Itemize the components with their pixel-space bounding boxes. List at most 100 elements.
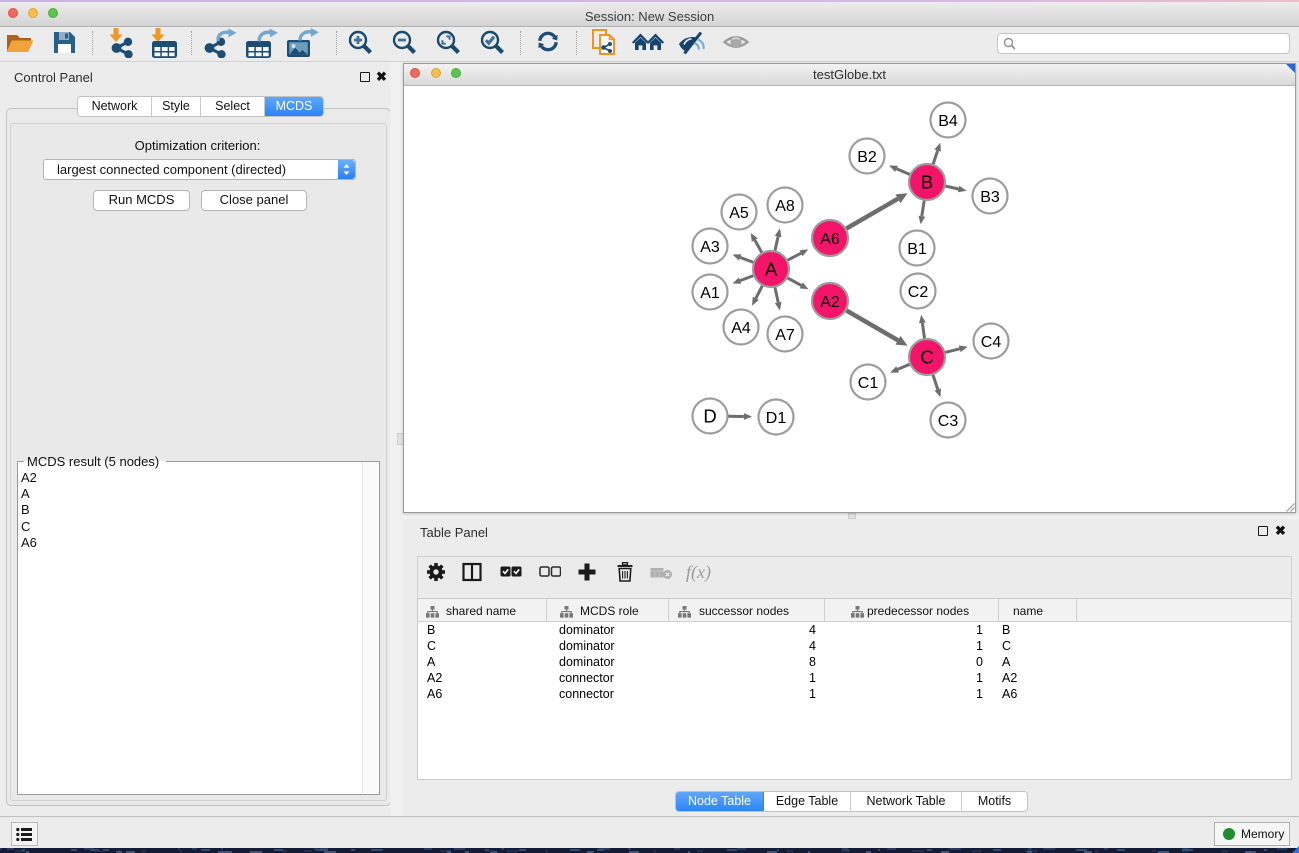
edge-B-B2[interactable] <box>897 169 911 175</box>
edge-C-C1[interactable] <box>898 364 911 369</box>
result-item[interactable]: A6 <box>21 535 37 551</box>
memory-button[interactable]: Memory <box>1214 822 1290 846</box>
optimization-criterion-label: Optimization criterion: <box>6 138 389 153</box>
wallpaper-speckle <box>371 849 383 851</box>
control-panel-float-icon[interactable] <box>360 72 370 82</box>
column-separator[interactable] <box>1076 599 1077 621</box>
node-label-B1: B1 <box>907 241 927 258</box>
mcds-result-list[interactable]: A2ABCA6 <box>21 470 37 551</box>
edge-A-A7[interactable] <box>775 287 778 303</box>
wallpaper-speckle <box>688 851 690 853</box>
zoom-fit-icon[interactable] <box>436 30 462 56</box>
import-network-icon[interactable] <box>106 28 136 58</box>
edge-A-A6[interactable] <box>787 253 801 260</box>
split-panel-icon[interactable] <box>462 562 482 582</box>
column-separator[interactable] <box>824 599 825 621</box>
table-header[interactable]: shared name MCDS role successor nodes prede… <box>418 599 1291 622</box>
column-separator[interactable] <box>998 599 999 621</box>
result-box-border <box>17 461 24 462</box>
export-network-icon[interactable] <box>204 28 238 58</box>
cell-shared-name: C <box>427 639 436 653</box>
result-item[interactable]: B <box>21 502 37 518</box>
tab-style[interactable]: Style <box>152 97 201 116</box>
table-tab-edge-table[interactable]: Edge Table <box>764 792 851 811</box>
criterion-dropdown[interactable]: largest connected component (directed) <box>43 159 356 180</box>
shared-column-icon <box>560 605 573 623</box>
wallpaper-speckle <box>84 848 94 850</box>
edge-C-C3[interactable] <box>933 374 938 389</box>
column-header[interactable]: MCDS role <box>580 604 639 618</box>
panel-list-button[interactable] <box>11 822 38 846</box>
column-header[interactable]: predecessor nodes <box>867 604 969 618</box>
main-titlebar: Session: New Session <box>0 2 1299 27</box>
export-image-icon[interactable] <box>287 28 321 58</box>
export-table-icon[interactable] <box>246 28 280 58</box>
edge-A-A1[interactable] <box>740 275 754 280</box>
tab-mcds[interactable]: MCDS <box>265 97 323 116</box>
result-item[interactable]: A2 <box>21 470 37 486</box>
wallpaper-speckle <box>1084 851 1092 853</box>
zoom-in-icon[interactable] <box>348 30 374 56</box>
show-details-icon[interactable] <box>723 34 750 51</box>
close-panel-button[interactable]: Close panel <box>201 190 307 211</box>
gear-icon[interactable] <box>426 562 446 582</box>
open-file-icon[interactable] <box>5 30 35 56</box>
column-separator[interactable] <box>546 599 547 621</box>
wallpaper-speckle <box>351 849 355 851</box>
result-item[interactable]: C <box>21 519 37 535</box>
edge-A6-B[interactable] <box>846 199 898 229</box>
horizontal-splitter-grip[interactable] <box>848 513 856 519</box>
control-panel-close-icon[interactable]: ✖ <box>376 70 387 84</box>
wallpaper-speckle <box>841 850 850 852</box>
table-tab-node-table[interactable]: Node Table <box>676 792 764 811</box>
wallpaper-speckle <box>941 851 949 853</box>
delete-column-icon[interactable] <box>616 562 634 582</box>
edge-A-A3[interactable] <box>740 257 754 262</box>
table-panel-close-icon[interactable]: ✖ <box>1275 524 1286 538</box>
edge-B-B3[interactable] <box>945 186 959 189</box>
edge-C-C2[interactable] <box>922 323 924 339</box>
search-icon <box>1003 37 1017 51</box>
edge-B-B1[interactable] <box>922 200 925 216</box>
column-header[interactable]: successor nodes <box>699 604 789 618</box>
save-session-icon[interactable] <box>52 30 77 55</box>
edge-A-A4[interactable] <box>756 285 763 298</box>
zoom-out-icon[interactable] <box>392 30 418 56</box>
clone-network-icon[interactable] <box>591 28 619 59</box>
network-window-titlebar[interactable]: testGlobe.txt <box>404 64 1295 86</box>
delete-table-icon[interactable] <box>650 567 674 579</box>
table-panel-float-icon[interactable] <box>1258 526 1268 536</box>
tab-network[interactable]: Network <box>78 97 152 116</box>
tab-select[interactable]: Select <box>201 97 265 116</box>
column-separator[interactable] <box>668 599 669 621</box>
table-tab-motifs[interactable]: Motifs <box>962 792 1027 811</box>
search-field[interactable] <box>997 33 1290 54</box>
refresh-icon[interactable] <box>535 30 562 57</box>
toolbar-separator <box>191 31 192 55</box>
hide-details-icon[interactable] <box>678 32 705 55</box>
cell-name: C <box>1002 639 1011 653</box>
search-input[interactable] <box>1020 35 1284 53</box>
edge-A-A2[interactable] <box>787 278 802 286</box>
result-item[interactable]: A <box>21 486 37 502</box>
result-scrollbar[interactable] <box>362 462 378 793</box>
wallpaper-speckle <box>653 850 656 852</box>
run-mcds-button[interactable]: Run MCDS <box>93 190 190 211</box>
zoom-selected-icon[interactable] <box>480 30 506 56</box>
table-tab-network-table[interactable]: Network Table <box>851 792 962 811</box>
edge-A2-C[interactable] <box>846 310 898 340</box>
add-column-icon[interactable] <box>577 562 597 582</box>
network-graph-canvas[interactable]: AA1A2A3A4A5A6A7A8BB1B2B3B4CC1C2C3C4DD1 <box>404 86 1295 511</box>
deselect-all-icon[interactable] <box>539 566 561 578</box>
column-header[interactable]: name <box>1013 604 1043 618</box>
select-all-icon[interactable] <box>500 566 522 578</box>
function-builder-icon[interactable]: f(x) <box>686 562 711 583</box>
edge-C-C4[interactable] <box>945 349 960 353</box>
wallpaper-speckle <box>697 850 703 852</box>
column-header[interactable]: shared name <box>446 604 516 618</box>
import-table-icon[interactable] <box>150 28 180 58</box>
home-icon[interactable] <box>632 32 664 54</box>
edge-A-A5[interactable] <box>755 240 762 253</box>
edge-B-B4[interactable] <box>933 151 938 166</box>
edge-A-A8[interactable] <box>775 237 778 252</box>
